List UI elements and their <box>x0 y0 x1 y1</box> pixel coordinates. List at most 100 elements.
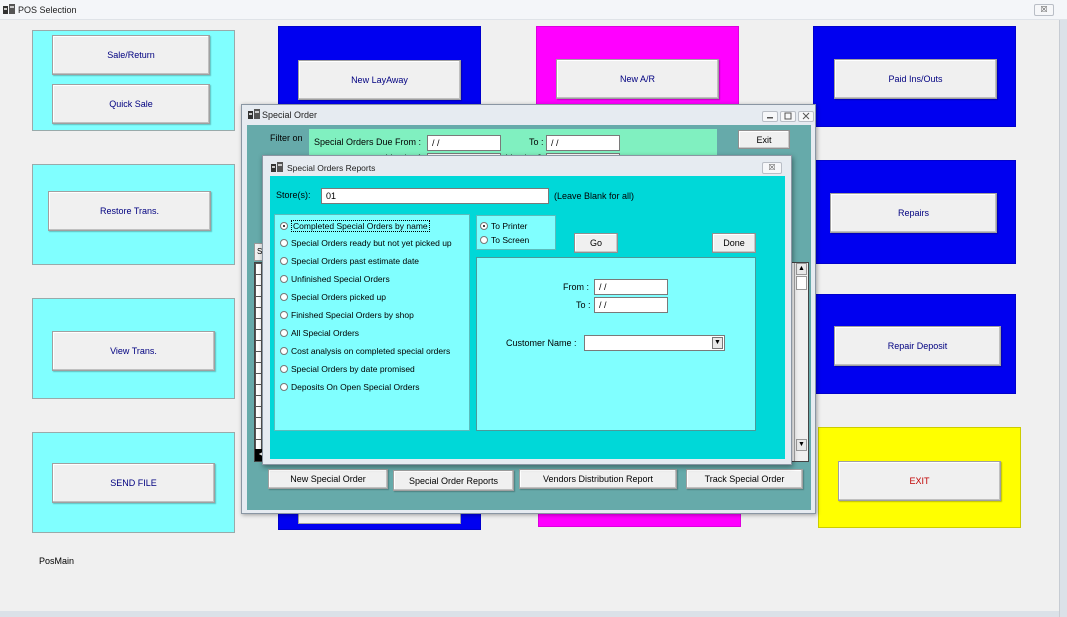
restore-button[interactable] <box>780 111 796 122</box>
restore-trans-button[interactable]: Restore Trans. <box>48 191 211 231</box>
report-option[interactable]: All Special Orders <box>280 328 359 338</box>
report-criteria-panel: From : / / To : / / Customer Name : ▼ <box>476 257 756 431</box>
output-destination-panel: To Printer To Screen <box>476 215 556 250</box>
report-option-label: All Special Orders <box>291 328 360 338</box>
track-special-order-button[interactable]: Track Special Order <box>686 469 803 489</box>
special-order-exit-button[interactable]: Exit <box>738 130 790 149</box>
report-option[interactable]: Finished Special Orders by shop <box>280 310 414 320</box>
customer-name-select[interactable]: ▼ <box>584 335 725 351</box>
due-to-label: To : <box>529 137 544 147</box>
from-label: From : <box>563 282 589 292</box>
radio-icon <box>280 347 288 355</box>
app-icon <box>271 162 283 172</box>
report-option-label: Special Orders picked up <box>291 292 386 302</box>
customer-name-label: Customer Name : <box>506 338 577 348</box>
special-order-title: Special Order <box>262 110 318 120</box>
filter-panel: Special Orders Due From : / / To : / / V… <box>309 129 717 157</box>
report-option[interactable]: Deposits On Open Special Orders <box>280 382 420 392</box>
send-file-tile: SEND FILE <box>32 432 235 533</box>
view-trans-button[interactable]: View Trans. <box>52 331 215 371</box>
radio-icon <box>480 236 488 244</box>
report-option-label: Special Orders past estimate date <box>291 256 420 266</box>
view-tile: View Trans. <box>32 298 235 399</box>
report-option[interactable]: Special Orders past estimate date <box>280 256 419 266</box>
minimize-button[interactable] <box>762 111 778 122</box>
radio-icon <box>280 311 288 319</box>
minimize-icon <box>767 117 773 119</box>
reports-close-button[interactable]: ☒ <box>762 162 782 174</box>
repairs-tile: Repairs <box>813 160 1016 264</box>
close-icon: ☒ <box>1040 5 1048 14</box>
main-titlebar: POS Selection ☒ <box>0 0 1067 20</box>
report-option-label: Unfinished Special Orders <box>291 274 390 284</box>
to-screen-radio[interactable]: To Screen <box>480 235 529 245</box>
send-file-button[interactable]: SEND FILE <box>52 463 215 503</box>
scroll-down-arrow[interactable]: ▼ <box>796 439 807 451</box>
window-right-frame <box>1059 20 1067 617</box>
to-printer-radio[interactable]: To Printer <box>480 221 527 231</box>
radio-selected-icon <box>480 222 488 230</box>
paid-ins-outs-button[interactable]: Paid Ins/Outs <box>834 59 997 99</box>
restore-tile: Restore Trans. <box>32 164 235 265</box>
report-option-label: Cost analysis on completed special order… <box>291 346 451 356</box>
repair-deposit-button[interactable]: Repair Deposit <box>834 326 1001 366</box>
report-option-label: Completed Special Orders by name <box>291 220 430 232</box>
due-from-field[interactable]: / / <box>427 135 501 151</box>
close-icon: ☒ <box>768 163 776 172</box>
sales-tile: Sale/Return Quick Sale <box>32 30 235 131</box>
stores-hint: (Leave Blank for all) <box>554 191 635 201</box>
close-window-button[interactable]: ☒ <box>1034 4 1054 16</box>
report-option-label: Finished Special Orders by shop <box>291 310 414 320</box>
due-from-label: Special Orders Due From : <box>314 137 422 147</box>
report-option-label: Deposits On Open Special Orders <box>291 382 420 392</box>
sale-return-button[interactable]: Sale/Return <box>52 35 210 75</box>
radio-icon <box>280 365 288 373</box>
reports-titlebar: Special Orders Reports ☒ <box>263 156 791 176</box>
stores-label: Store(s): <box>276 190 311 200</box>
report-option[interactable]: Unfinished Special Orders <box>280 274 390 284</box>
radio-icon <box>280 293 288 301</box>
to-date-field[interactable]: / / <box>594 297 668 313</box>
reports-title: Special Orders Reports <box>287 163 376 173</box>
repairs-button[interactable]: Repairs <box>830 193 997 233</box>
chevron-down-icon[interactable]: ▼ <box>712 337 723 349</box>
window-title: POS Selection <box>18 5 77 15</box>
new-layaway-button[interactable]: New LayAway <box>298 60 461 100</box>
repair-deposit-tile: Repair Deposit <box>813 294 1016 394</box>
special-order-titlebar: Special Order <box>242 105 815 125</box>
report-option[interactable]: Cost analysis on completed special order… <box>280 346 450 356</box>
radio-icon <box>280 239 288 247</box>
report-option[interactable]: Special Orders picked up <box>280 292 386 302</box>
vendors-distribution-report-button[interactable]: Vendors Distribution Report <box>519 469 677 489</box>
special-order-reports-button[interactable]: Special Order Reports <box>393 470 514 491</box>
radio-icon <box>280 275 288 283</box>
report-option-label: Special Orders ready but not yet picked … <box>291 238 452 248</box>
report-option[interactable]: Special Orders ready but not yet picked … <box>280 238 452 248</box>
exit-button[interactable]: EXIT <box>838 461 1001 501</box>
go-button[interactable]: Go <box>574 233 618 253</box>
filter-label: Filter on <box>270 133 303 143</box>
quick-sale-button[interactable]: Quick Sale <box>52 84 210 124</box>
report-option[interactable]: Special Orders by date promised <box>280 364 415 374</box>
window-bottom-frame <box>0 611 1059 617</box>
radio-icon <box>280 329 288 337</box>
new-ar-button[interactable]: New A/R <box>556 59 719 99</box>
radio-icon <box>280 257 288 265</box>
done-button[interactable]: Done <box>712 233 756 253</box>
due-to-field[interactable]: / / <box>546 135 620 151</box>
scroll-up-arrow[interactable]: ▲ <box>796 263 807 275</box>
status-label: PosMain <box>39 556 75 566</box>
scroll-thumb[interactable] <box>796 276 807 290</box>
close-button[interactable] <box>798 111 814 122</box>
paid-ins-tile: Paid Ins/Outs <box>813 26 1016 127</box>
report-option-label: Special Orders by date promised <box>291 364 415 374</box>
radio-icon <box>280 383 288 391</box>
exit-tile: EXIT <box>818 427 1021 528</box>
new-special-order-button[interactable]: New Special Order <box>268 469 388 489</box>
grid-vertical-scrollbar[interactable]: ▲ ▼ <box>794 263 808 461</box>
report-type-panel: Completed Special Orders by name Special… <box>274 214 470 431</box>
special-orders-reports-dialog: Special Orders Reports ☒ Store(s): 01 (L… <box>262 155 792 465</box>
stores-field[interactable]: 01 <box>321 188 549 204</box>
from-date-field[interactable]: / / <box>594 279 668 295</box>
report-option[interactable]: Completed Special Orders by name <box>280 220 430 232</box>
